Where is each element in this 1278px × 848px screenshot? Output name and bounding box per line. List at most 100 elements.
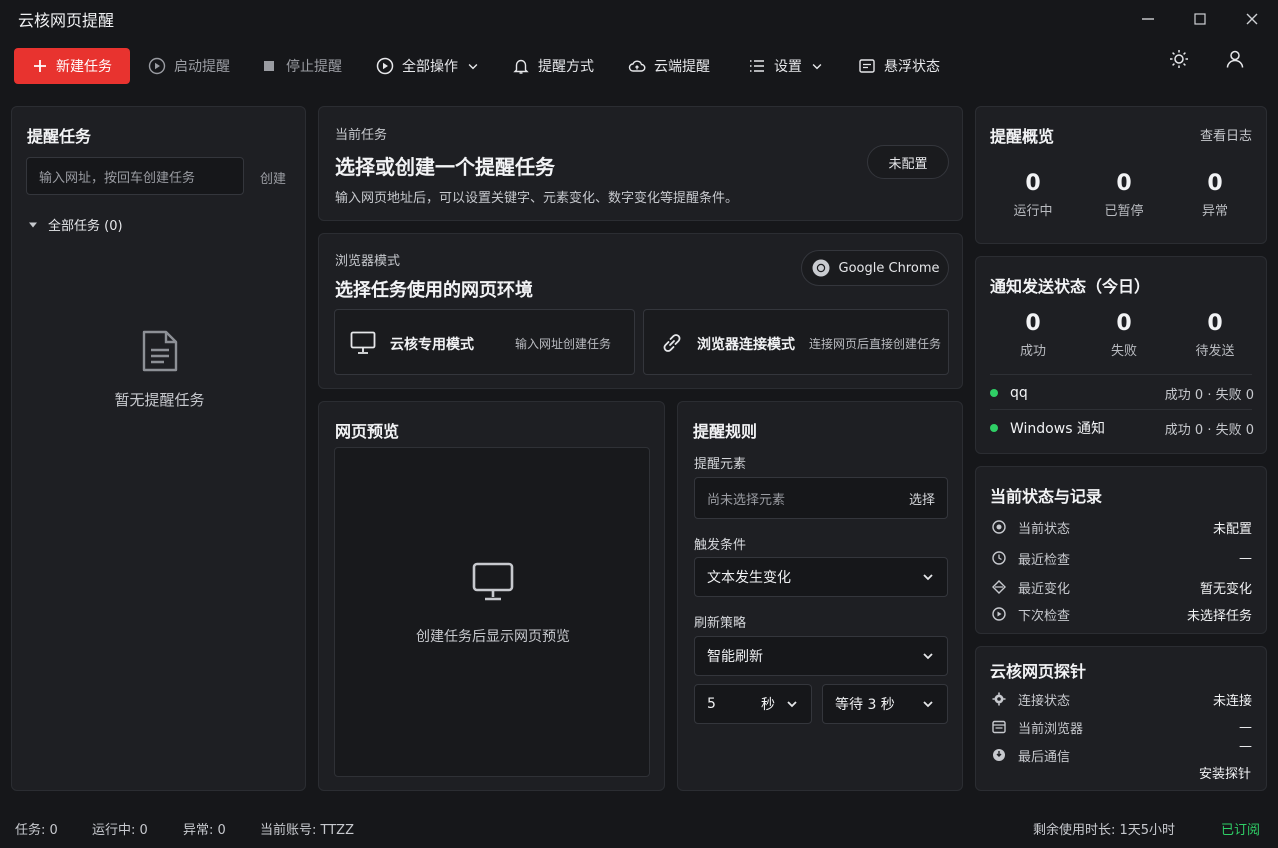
notify-fail-num: 0 xyxy=(1116,311,1132,336)
window-controls xyxy=(1122,0,1278,38)
trigger-label: 触发条件 xyxy=(694,538,747,553)
refresh-select[interactable]: 智能刷新 xyxy=(694,636,948,676)
overview-title: 提醒概览 xyxy=(990,127,1055,146)
status-subscribed[interactable]: 已订阅 xyxy=(1221,819,1260,838)
stat-running-label: 运行中 xyxy=(1013,204,1053,219)
channel-row: Windows 通知 成功 0 · 失败 0 xyxy=(990,418,1254,438)
state-key: 最近变化 xyxy=(1018,581,1071,597)
toolbar: 新建任务 启动提醒 停止提醒 全部操作 提醒方式 云端提醒 设置 悬浮状态 xyxy=(0,38,1278,94)
stop-icon xyxy=(264,61,274,71)
probe-value: — xyxy=(1239,739,1252,754)
state-key: 下次检查 xyxy=(1018,608,1071,624)
rules-title: 提醒规则 xyxy=(693,422,758,441)
all-operations-label: 全部操作 xyxy=(402,59,458,75)
web-preview-panel: 网页预览 创建任务后显示网页预览 xyxy=(318,401,665,791)
maximize-button[interactable] xyxy=(1174,0,1226,38)
element-placeholder: 尚未选择元素 xyxy=(707,492,786,508)
state-value: 暂无变化 xyxy=(1199,581,1252,597)
dedicated-mode-desc: 输入网址创建任务 xyxy=(515,337,612,351)
start-reminder-button[interactable]: 启动提醒 xyxy=(148,48,230,84)
state-key: 当前状态 xyxy=(1018,521,1071,537)
settings-menu[interactable]: 设置 xyxy=(748,48,824,84)
channel-name: Windows 通知 xyxy=(1010,421,1105,437)
play-circle-icon xyxy=(376,57,394,75)
probe-key: 最后通信 xyxy=(1018,749,1071,765)
stat-paused-num: 0 xyxy=(1116,171,1132,196)
view-log-link[interactable]: 查看日志 xyxy=(1200,125,1252,144)
stop-reminder-label: 停止提醒 xyxy=(286,59,342,75)
new-task-label: 新建任务 xyxy=(56,59,112,75)
status-errors: 异常: 0 xyxy=(183,822,226,838)
web-preview-title: 网页预览 xyxy=(335,422,400,441)
trigger-select[interactable]: 文本发生变化 xyxy=(694,557,948,597)
notify-fail-label: 失败 xyxy=(1110,344,1137,359)
channel-row: qq 成功 0 · 失败 0 xyxy=(990,383,1254,403)
notify-pending: 0 待发送 xyxy=(1175,311,1255,359)
status-dot xyxy=(990,424,998,432)
stop-reminder-button[interactable]: 停止提醒 xyxy=(260,48,342,84)
current-task-label: 当前任务 xyxy=(335,128,388,143)
channel-status: 成功 0 · 失败 0 xyxy=(1164,387,1254,403)
monitor-icon xyxy=(472,562,514,601)
user-icon[interactable] xyxy=(1224,48,1246,70)
stat-paused-label: 已暂停 xyxy=(1104,204,1144,219)
web-preview-empty-text: 创建任务后显示网页预览 xyxy=(416,629,570,645)
state-title: 当前状态与记录 xyxy=(990,487,1103,506)
floating-status-button[interactable]: 悬浮状态 xyxy=(858,48,940,84)
state-panel: 当前状态与记录 当前状态 未配置 最近检查 — 最近变化 暂无变化 下次检查 未… xyxy=(975,466,1267,634)
close-button[interactable] xyxy=(1226,0,1278,38)
channel-status: 成功 0 · 失败 0 xyxy=(1164,422,1254,438)
list-icon xyxy=(750,60,764,72)
interval-value: 5 xyxy=(707,696,716,712)
interval-select[interactable]: 5 秒 xyxy=(694,684,812,724)
all-tasks-group[interactable]: 全部任务 (0) xyxy=(28,215,123,234)
browser-connect-mode-desc: 连接网页后直接创建任务 xyxy=(809,337,942,351)
new-task-button[interactable]: 新建任务 xyxy=(14,48,130,84)
diamond-icon xyxy=(992,580,1006,594)
element-select-button[interactable]: 选择 xyxy=(909,489,935,508)
probe-value: — xyxy=(1239,719,1252,735)
install-probe-button[interactable]: 安装探针 xyxy=(1199,763,1251,782)
gear-icon xyxy=(992,692,1006,706)
overview-panel: 提醒概览 查看日志 0 运行中 0 已暂停 0 异常 xyxy=(975,106,1267,244)
reminder-method-button[interactable]: 提醒方式 xyxy=(512,48,594,84)
all-operations-menu[interactable]: 全部操作 xyxy=(376,48,480,84)
floating-status-label: 悬浮状态 xyxy=(884,59,940,75)
maximize-icon xyxy=(1194,13,1206,25)
chevron-down-icon xyxy=(923,653,933,660)
notify-success-num: 0 xyxy=(1025,311,1041,336)
chevron-down-icon xyxy=(468,63,478,70)
minimize-button[interactable] xyxy=(1122,0,1174,38)
wait-value: 等待 3 秒 xyxy=(835,697,895,713)
chevron-down-icon xyxy=(787,701,797,708)
create-task-button[interactable]: 创建 xyxy=(260,168,286,187)
rules-panel: 提醒规则 提醒元素 尚未选择元素 选择 触发条件 文本发生变化 刷新策略 智能刷… xyxy=(677,401,963,791)
browser-connect-mode-title: 浏览器连接模式 xyxy=(697,337,795,353)
probe-title: 云核网页探针 xyxy=(990,662,1087,681)
status-bar: 任务: 0 运行中: 0 异常: 0 当前账号: TTZZ 剩余使用时长: 1天… xyxy=(0,808,1278,848)
state-row: 最近检查 — xyxy=(992,548,1252,568)
wait-select[interactable]: 等待 3 秒 xyxy=(822,684,948,724)
monitor-icon xyxy=(350,331,376,354)
window-title: 云核网页提醒 xyxy=(18,11,115,30)
task-url-input[interactable]: 输入网址，按回车创建任务 xyxy=(26,157,244,195)
empty-tasks-text: 暂无提醒任务 xyxy=(114,391,205,409)
toolbar-right xyxy=(1168,48,1246,70)
browser-mode-label: 浏览器模式 xyxy=(335,254,401,269)
sun-icon[interactable] xyxy=(1168,48,1190,70)
cloud-reminder-button[interactable]: 云端提醒 xyxy=(628,48,710,84)
state-value: 未配置 xyxy=(1212,521,1252,537)
start-reminder-label: 启动提醒 xyxy=(174,59,230,75)
dedicated-mode-card[interactable]: 云核专用模式 输入网址创建任务 xyxy=(334,309,635,375)
status-dot xyxy=(990,389,998,397)
browser-select-button[interactable]: Google Chrome xyxy=(801,250,949,286)
notify-panel: 通知发送状态（今日） 0 成功 0 失败 0 待发送 qq 成功 0 · 失败 … xyxy=(975,256,1267,454)
notify-fail: 0 失败 xyxy=(1084,311,1164,359)
notify-success-label: 成功 xyxy=(1019,344,1046,359)
element-picker[interactable]: 尚未选择元素 选择 xyxy=(694,477,948,519)
browser-connect-mode-card[interactable]: 浏览器连接模式 连接网页后直接创建任务 xyxy=(643,309,949,375)
divider xyxy=(990,374,1252,375)
probe-panel: 云核网页探针 连接状态 未连接 当前浏览器 — 最后通信 — 安装探针 xyxy=(975,646,1267,791)
tasks-title: 提醒任务 xyxy=(27,127,92,146)
notify-title: 通知发送状态（今日） xyxy=(990,277,1151,296)
